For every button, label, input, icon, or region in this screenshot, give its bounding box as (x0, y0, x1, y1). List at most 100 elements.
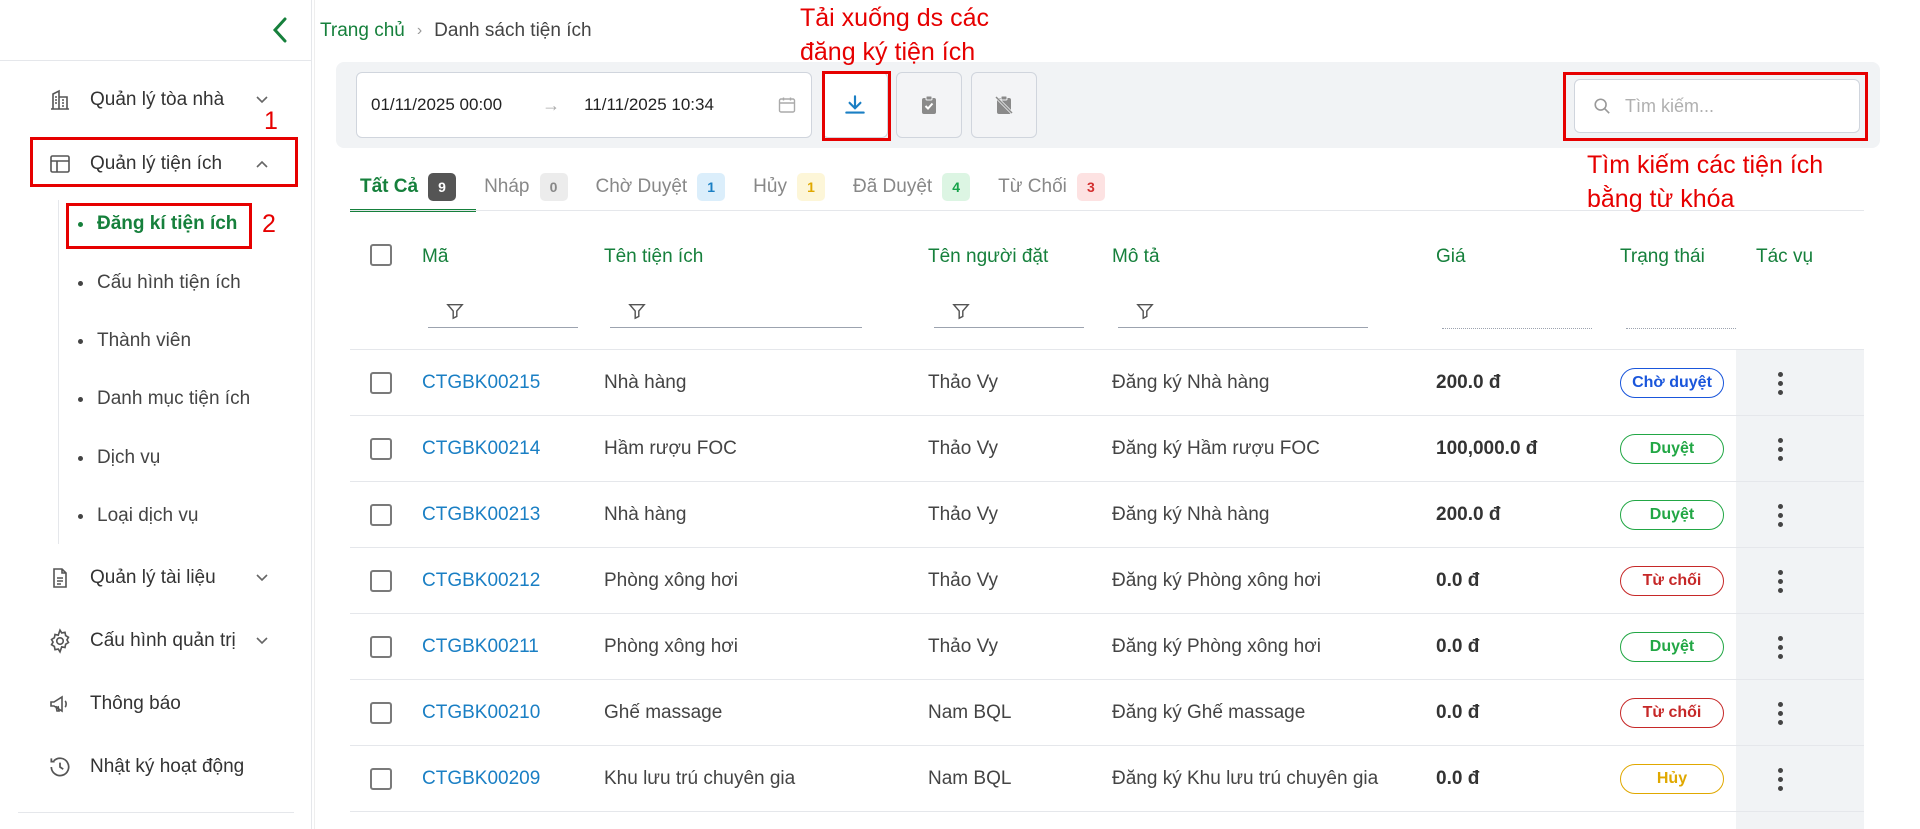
row-checkbox[interactable] (370, 702, 392, 724)
more-actions-icon[interactable] (1766, 627, 1794, 667)
table-row[interactable]: CTGBK00213 Nhà hàng Thảo Vy Đăng ký Nhà … (350, 482, 1864, 548)
name-filter[interactable] (610, 294, 862, 328)
tab-rejected[interactable]: Từ Chối 3 (988, 164, 1115, 210)
table-row[interactable]: CTGBK00212 Phòng xông hơi Thảo Vy Đăng k… (350, 548, 1864, 614)
sidebar-item-label: Thông báo (90, 693, 181, 714)
reject-button[interactable] (971, 72, 1037, 138)
clipboard-off-icon (994, 95, 1014, 115)
filter-icon (628, 303, 646, 319)
date-range-picker[interactable]: 01/11/2025 00:00 → 11/11/2025 10:34 (356, 72, 812, 138)
sidebar-item-building[interactable]: Quản lý tòa nhà (44, 80, 284, 120)
status-badge: Chờ duyệt (1620, 368, 1724, 398)
row-checkbox[interactable] (370, 372, 392, 394)
sidebar-subitem-service-types[interactable]: Loại dịch vụ (78, 498, 198, 534)
description: Đăng ký Khu lưu trú chuyên gia (1112, 768, 1379, 789)
date-from-field[interactable]: 01/11/2025 00:00 (371, 95, 502, 115)
row-checkbox[interactable] (370, 504, 392, 526)
collapse-sidebar-button[interactable] (262, 12, 298, 48)
chevron-down-icon (252, 631, 272, 651)
booker-name: Nam BQL (928, 702, 1012, 723)
subitem-label: Loại dịch vụ (97, 505, 199, 526)
clipboard-check-icon (922, 95, 936, 114)
sidebar-subitem-members[interactable]: Thành viên (78, 323, 191, 359)
sidebar-subitem-categories[interactable]: Danh mục tiện ích (78, 381, 250, 417)
column-header-name[interactable]: Tên tiện ích (604, 246, 703, 268)
tab-approved[interactable]: Đã Duyệt 4 (843, 164, 980, 210)
row-checkbox[interactable] (370, 768, 392, 790)
status-badge: Từ chối (1620, 698, 1724, 728)
code-filter[interactable] (428, 294, 578, 328)
sidebar-subitem-utility-config[interactable]: Cấu hình tiện ích (78, 265, 241, 301)
sidebar-bottom-divider (18, 812, 294, 813)
booking-code-link[interactable]: CTGBK00212 (422, 548, 540, 614)
column-header-booker[interactable]: Tên người đặt (928, 246, 1048, 268)
sidebar-item-notifications[interactable]: Thông báo (44, 684, 284, 724)
row-checkbox[interactable] (370, 438, 392, 460)
tab-count-badge: 1 (796, 173, 825, 201)
more-actions-icon[interactable] (1766, 693, 1794, 733)
booking-code-link[interactable]: CTGBK00209 (422, 746, 540, 812)
sidebar-item-activity-log[interactable]: Nhật ký hoạt động (44, 747, 284, 787)
sidebar-item-label: Quản lý tài liệu (90, 567, 216, 588)
booking-code-link[interactable]: CTGBK00211 (422, 614, 539, 680)
column-header-price[interactable]: Giá (1436, 246, 1466, 268)
sidebar-item-label: Nhật ký hoạt động (90, 756, 245, 777)
booking-code-link[interactable]: CTGBK00210 (422, 680, 540, 746)
sidebar-subitem-booking[interactable]: Đăng kí tiện ích (78, 206, 237, 242)
download-icon (845, 95, 865, 114)
table-row[interactable]: CTGBK00214 Hầm rượu FOC Thảo Vy Đăng ký … (350, 416, 1864, 482)
building-icon (44, 84, 76, 116)
approve-button[interactable] (896, 72, 962, 138)
document-icon (44, 562, 76, 594)
annotation-search-line1: Tìm kiếm các tiện ích (1587, 151, 1824, 179)
more-actions-icon[interactable] (1766, 363, 1794, 403)
column-header-code[interactable]: Mã (422, 246, 448, 268)
table-row[interactable]: CTGBK00215 Nhà hàng Thảo Vy Đăng ký Nhà … (350, 350, 1864, 416)
tab-pending[interactable]: Chờ Duyệt 1 (586, 164, 736, 210)
booker-filter[interactable] (934, 294, 1084, 328)
date-to-field[interactable]: 11/11/2025 10:34 (584, 95, 714, 115)
table-row[interactable]: CTGBK00211 Phòng xông hơi Thảo Vy Đăng k… (350, 614, 1864, 680)
description: Đăng ký Nhà hàng (1112, 504, 1270, 525)
booking-code-link[interactable]: CTGBK00214 (422, 416, 540, 482)
more-actions-icon[interactable] (1766, 561, 1794, 601)
select-all-checkbox[interactable] (370, 244, 392, 266)
filter-icon (446, 303, 464, 319)
more-actions-icon[interactable] (1766, 759, 1794, 799)
tab-cancelled[interactable]: Hủy 1 (743, 164, 835, 210)
sidebar-item-admin-config[interactable]: Cấu hình quản trị (44, 621, 284, 661)
filter-icon (1136, 303, 1154, 319)
utility-name: Nhà hàng (604, 504, 687, 525)
search-field[interactable] (1574, 79, 1860, 133)
sidebar-item-documents[interactable]: Quản lý tài liệu (44, 558, 284, 598)
search-input[interactable] (1625, 95, 1845, 117)
tab-count-badge: 4 (942, 173, 971, 201)
description-filter[interactable] (1118, 294, 1368, 328)
sidebar-subitem-services[interactable]: Dịch vụ (78, 440, 160, 476)
breadcrumb-home-link[interactable]: Trang chủ (320, 20, 405, 42)
status-badge: Từ chối (1620, 566, 1724, 596)
table-header: Mã Tên tiện ích Tên người đặt Mô tả Giá … (350, 230, 1864, 350)
status-badge: Duyệt (1620, 500, 1724, 530)
chevron-down-icon (252, 568, 272, 588)
booking-code-link[interactable]: CTGBK00213 (422, 482, 540, 548)
tab-draft[interactable]: Nháp 0 (474, 164, 577, 210)
column-header-status[interactable]: Trạng thái (1620, 246, 1705, 268)
table-row[interactable]: CTGBK00209 Khu lưu trú chuyên gia Nam BQ… (350, 746, 1864, 812)
description: Đăng ký Hầm rượu FOC (1112, 438, 1320, 459)
more-actions-icon[interactable] (1766, 429, 1794, 469)
column-header-description[interactable]: Mô tả (1112, 246, 1160, 268)
table-row[interactable]: CTGBK00210 Ghế massage Nam BQL Đăng ký G… (350, 680, 1864, 746)
row-checkbox[interactable] (370, 570, 392, 592)
price: 200.0 đ (1436, 504, 1501, 525)
annotation-step-2: 2 (262, 210, 276, 238)
booking-code-link[interactable]: CTGBK00215 (422, 350, 540, 416)
download-button[interactable] (822, 72, 888, 138)
sidebar-item-utilities[interactable]: Quản lý tiện ích (44, 144, 284, 184)
row-checkbox[interactable] (370, 636, 392, 658)
tab-count-badge: 9 (428, 173, 457, 201)
column-header-actions: Tác vụ (1756, 246, 1814, 267)
description: Đăng ký Ghế massage (1112, 702, 1306, 723)
more-actions-icon[interactable] (1766, 495, 1794, 535)
tab-all[interactable]: Tất Cả 9 (350, 164, 477, 212)
